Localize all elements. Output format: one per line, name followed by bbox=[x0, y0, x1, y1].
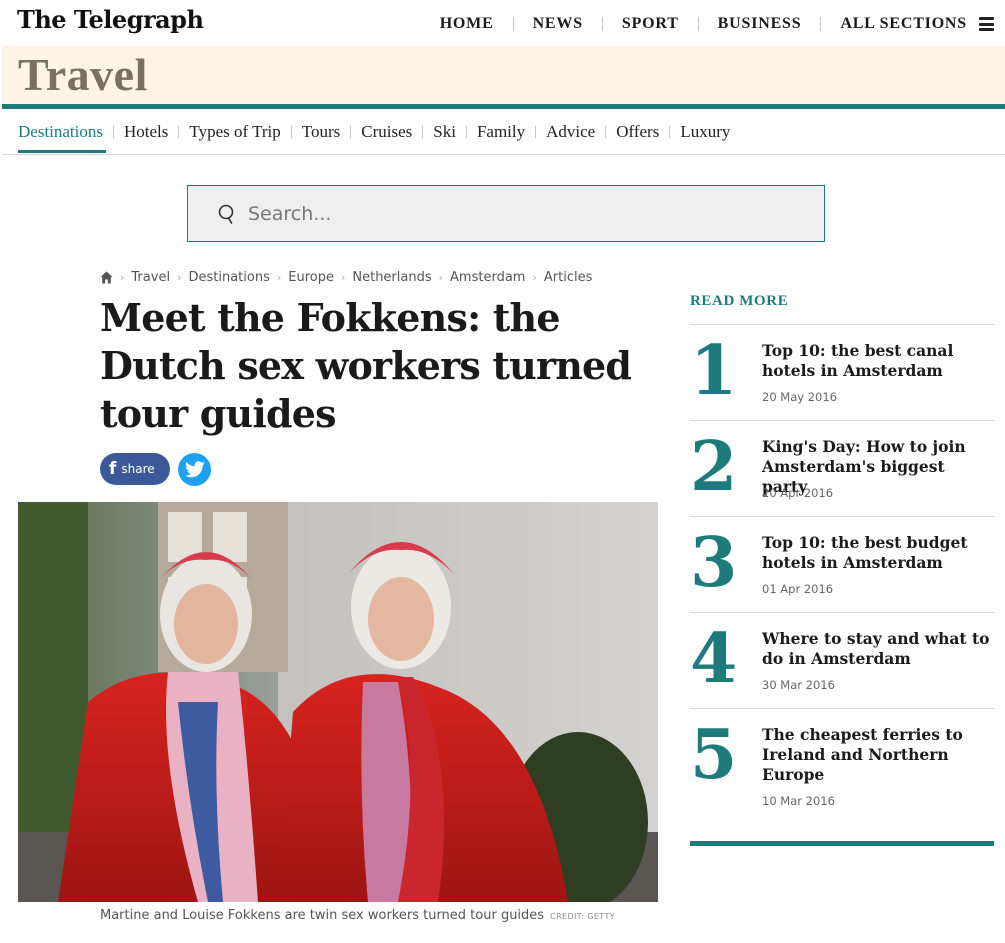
section-title[interactable]: Travel bbox=[18, 48, 148, 101]
read-more-title[interactable]: Where to stay and what to do in Amsterda… bbox=[762, 629, 994, 669]
twin-sisters-photo bbox=[18, 502, 658, 902]
chevron-right-icon: › bbox=[177, 270, 182, 284]
subnav-divider bbox=[422, 126, 424, 138]
subnav-divider bbox=[350, 126, 352, 138]
caption-text: Martine and Louise Fokkens are twin sex … bbox=[100, 908, 545, 923]
chevron-right-icon: › bbox=[340, 270, 346, 284]
subnav-hotels[interactable]: Hotels bbox=[124, 121, 168, 143]
read-more-heading: READ MORE bbox=[690, 293, 789, 309]
read-more-item[interactable]: 3 Top 10: the best budget hotels in Amst… bbox=[690, 516, 994, 612]
subnav-family[interactable]: Family bbox=[477, 121, 525, 143]
hamburger-line bbox=[979, 28, 994, 31]
read-more-item[interactable]: 5 The cheapest ferries to Ireland and No… bbox=[690, 708, 994, 840]
subnav-divider bbox=[605, 126, 607, 138]
subnav-divider-line bbox=[2, 154, 1005, 155]
read-more-rank: 4 bbox=[690, 619, 737, 699]
read-more-list: 1 Top 10: the best canal hotels in Amste… bbox=[690, 324, 994, 840]
subnav-divider bbox=[669, 126, 671, 138]
nav-all-sections[interactable]: ALL SECTIONS bbox=[821, 14, 979, 34]
home-icon[interactable] bbox=[100, 271, 113, 284]
subnav-tours[interactable]: Tours bbox=[302, 121, 340, 143]
subnav-offers[interactable]: Offers bbox=[616, 121, 659, 143]
read-more-title[interactable]: The cheapest ferries to Ireland and Nort… bbox=[762, 725, 994, 785]
breadcrumb-travel[interactable]: Travel bbox=[131, 270, 170, 285]
twitter-share-button[interactable] bbox=[178, 453, 211, 486]
subnav-advice[interactable]: Advice bbox=[546, 121, 595, 143]
breadcrumb: › Travel › Destinations › Europe › Nethe… bbox=[100, 268, 592, 286]
search-icon[interactable] bbox=[216, 203, 238, 225]
chevron-right-icon: › bbox=[438, 270, 444, 284]
read-more-item[interactable]: 2 King's Day: How to join Amsterdam's bi… bbox=[690, 420, 994, 516]
subnav-cruises[interactable]: Cruises bbox=[361, 121, 412, 143]
subnav-divider bbox=[290, 126, 292, 138]
nav-business[interactable]: BUSINESS bbox=[699, 14, 821, 34]
read-more-item[interactable]: 4 Where to stay and what to do in Amster… bbox=[690, 612, 994, 708]
breadcrumb-europe[interactable]: Europe bbox=[288, 270, 334, 285]
breadcrumb-amsterdam[interactable]: Amsterdam bbox=[450, 270, 525, 285]
read-more-item[interactable]: 1 Top 10: the best canal hotels in Amste… bbox=[690, 324, 994, 420]
travel-subnav: Destinations Hotels Types of Trip Tours … bbox=[18, 121, 730, 153]
share-label: share bbox=[121, 462, 155, 476]
read-more-rank: 1 bbox=[690, 331, 737, 411]
twitter-icon bbox=[184, 461, 205, 478]
read-more-date: 30 Mar 2016 bbox=[762, 678, 835, 692]
hamburger-line bbox=[979, 22, 994, 26]
read-more-date: 20 May 2016 bbox=[762, 390, 837, 404]
hamburger-line bbox=[979, 17, 994, 20]
read-more-rank: 5 bbox=[690, 715, 737, 795]
subnav-destinations[interactable]: Destinations bbox=[18, 121, 106, 153]
subnav-divider bbox=[535, 126, 537, 138]
read-more-title[interactable]: Top 10: the best budget hotels in Amster… bbox=[762, 533, 994, 573]
article-hero-image bbox=[18, 502, 658, 902]
read-more-bottom-rule bbox=[690, 841, 994, 846]
read-more-rank: 2 bbox=[690, 427, 737, 507]
site-header: The Telegraph HOME NEWS SPORT BUSINESS A… bbox=[0, 0, 1005, 46]
subnav-ski[interactable]: Ski bbox=[433, 121, 456, 143]
facebook-share-button[interactable]: f share bbox=[100, 453, 170, 485]
nav-news[interactable]: NEWS bbox=[514, 14, 602, 34]
chevron-right-icon: › bbox=[532, 270, 537, 284]
facebook-icon: f bbox=[109, 459, 117, 479]
breadcrumb-destinations[interactable]: Destinations bbox=[188, 270, 269, 285]
nav-sport[interactable]: SPORT bbox=[603, 14, 698, 34]
subnav-divider bbox=[465, 126, 467, 138]
read-more-title[interactable]: Top 10: the best canal hotels in Amsterd… bbox=[762, 341, 994, 381]
search-box bbox=[187, 185, 825, 242]
image-credit: CREDIT: GETTY bbox=[550, 912, 616, 921]
section-divider bbox=[2, 104, 1005, 109]
read-more-date: 20 Apr 2016 bbox=[762, 486, 834, 500]
read-more-rank: 3 bbox=[690, 523, 737, 603]
search-input[interactable] bbox=[248, 198, 808, 230]
nav-home[interactable]: HOME bbox=[421, 14, 513, 34]
image-caption: Martine and Louise Fokkens are twin sex … bbox=[100, 908, 615, 923]
chevron-right-icon: › bbox=[120, 270, 125, 284]
subnav-types-of-trip[interactable]: Types of Trip bbox=[189, 121, 280, 143]
section-band: Travel bbox=[2, 46, 1005, 104]
main-nav: HOME NEWS SPORT BUSINESS ALL SECTIONS bbox=[421, 14, 1005, 34]
read-more-date: 10 Mar 2016 bbox=[762, 794, 835, 808]
breadcrumb-articles[interactable]: Articles bbox=[544, 270, 592, 285]
chevron-right-icon: › bbox=[276, 270, 282, 284]
subnav-divider bbox=[178, 126, 180, 138]
hamburger-icon[interactable] bbox=[979, 17, 994, 31]
read-more-date: 01 Apr 2016 bbox=[762, 582, 834, 596]
subnav-luxury[interactable]: Luxury bbox=[680, 121, 730, 143]
breadcrumb-netherlands[interactable]: Netherlands bbox=[352, 270, 431, 285]
article-headline: Meet the Fokkens: the Dutch sex workers … bbox=[100, 295, 632, 436]
subnav-divider bbox=[113, 126, 114, 138]
telegraph-logo[interactable]: The Telegraph bbox=[17, 5, 204, 34]
